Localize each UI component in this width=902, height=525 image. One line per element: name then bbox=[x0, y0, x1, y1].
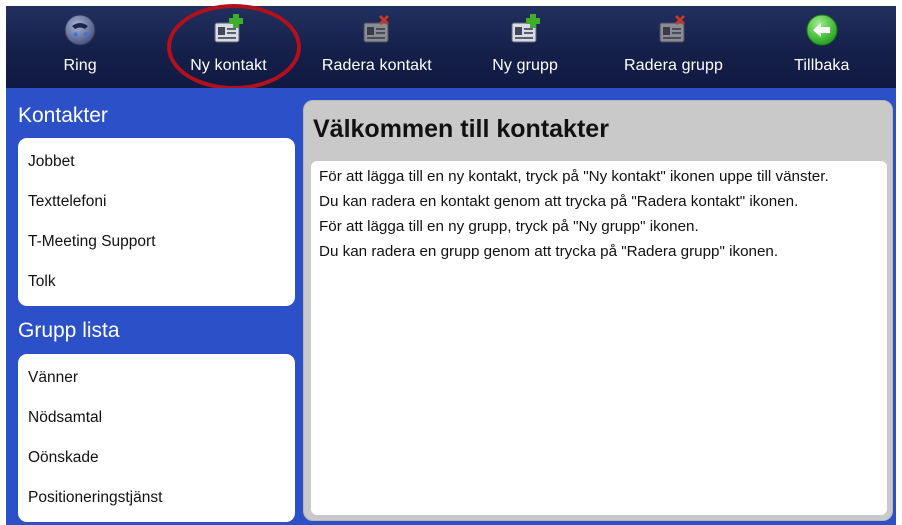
contact-item[interactable]: Tolk bbox=[18, 262, 295, 302]
new-contact-label: Ny kontakt bbox=[190, 57, 267, 74]
group-item[interactable]: Nödsamtal bbox=[18, 398, 295, 438]
back-button[interactable]: Tillbaka bbox=[748, 6, 896, 88]
contact-item[interactable]: Jobbet bbox=[18, 142, 295, 182]
contact-item[interactable]: Texttelefoni bbox=[18, 182, 295, 222]
welcome-panel: Välkommen till kontakter För att lägga t… bbox=[303, 100, 893, 521]
new-group-label: Ny grupp bbox=[492, 57, 559, 74]
delete-contact-button[interactable]: Radera kontakt bbox=[303, 6, 451, 88]
groups-title: Grupp lista bbox=[18, 319, 120, 342]
welcome-title: Välkommen till kontakter bbox=[313, 115, 609, 143]
welcome-body: För att lägga till en ny kontakt, tryck … bbox=[311, 161, 887, 515]
delete-contact-icon bbox=[363, 14, 389, 43]
back-arrow-icon bbox=[806, 14, 838, 46]
group-item[interactable]: Positioneringstjänst bbox=[18, 478, 295, 518]
group-item[interactable]: Oönskade bbox=[18, 438, 295, 478]
add-group-icon bbox=[511, 14, 541, 43]
welcome-paragraph: Du kan radera en kontakt genom att tryck… bbox=[319, 193, 799, 210]
ring-label: Ring bbox=[63, 57, 97, 74]
welcome-paragraph: För att lägga till en ny kontakt, tryck … bbox=[319, 168, 829, 185]
back-label: Tillbaka bbox=[794, 57, 850, 74]
new-group-button[interactable]: Ny grupp bbox=[451, 6, 599, 88]
add-contact-icon bbox=[214, 14, 244, 43]
groups-list: Vänner Nödsamtal Oönskade Positionerings… bbox=[18, 354, 295, 522]
new-contact-button[interactable]: Ny kontakt bbox=[154, 6, 302, 88]
delete-contact-label: Radera kontakt bbox=[321, 57, 432, 74]
delete-group-button[interactable]: Radera grupp bbox=[599, 6, 747, 88]
main-area: Kontakter Jobbet Texttelefoni T-Meeting … bbox=[6, 88, 896, 525]
toolbar: Ring Ny kontakt Radera kontakt Ny grupp … bbox=[6, 6, 896, 88]
welcome-paragraph: Du kan radera en grupp genom att trycka … bbox=[319, 243, 779, 260]
welcome-paragraph: För att lägga till en ny grupp, tryck på… bbox=[319, 218, 699, 235]
contact-item[interactable]: T-Meeting Support bbox=[18, 222, 295, 262]
phone-globe-icon bbox=[64, 14, 96, 46]
ring-button[interactable]: Ring bbox=[6, 6, 154, 88]
contacts-title: Kontakter bbox=[18, 104, 108, 127]
contacts-list: Jobbet Texttelefoni T-Meeting Support To… bbox=[18, 138, 295, 306]
group-item[interactable]: Vänner bbox=[18, 358, 295, 398]
delete-group-label: Radera grupp bbox=[623, 57, 723, 74]
delete-group-icon bbox=[659, 14, 686, 43]
